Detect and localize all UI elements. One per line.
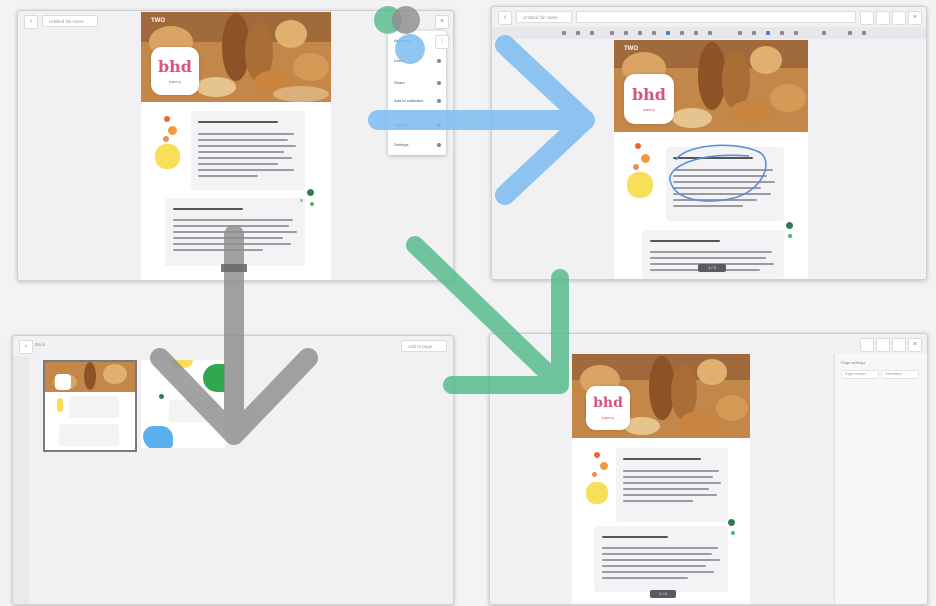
gray-circle-marker: [392, 6, 420, 34]
green-arrow: [406, 236, 569, 394]
flow-arrows: [150, 6, 595, 445]
blue-circle-marker: [395, 34, 425, 64]
gray-arrow-band: [221, 264, 247, 272]
blue-arrow: [368, 35, 595, 205]
